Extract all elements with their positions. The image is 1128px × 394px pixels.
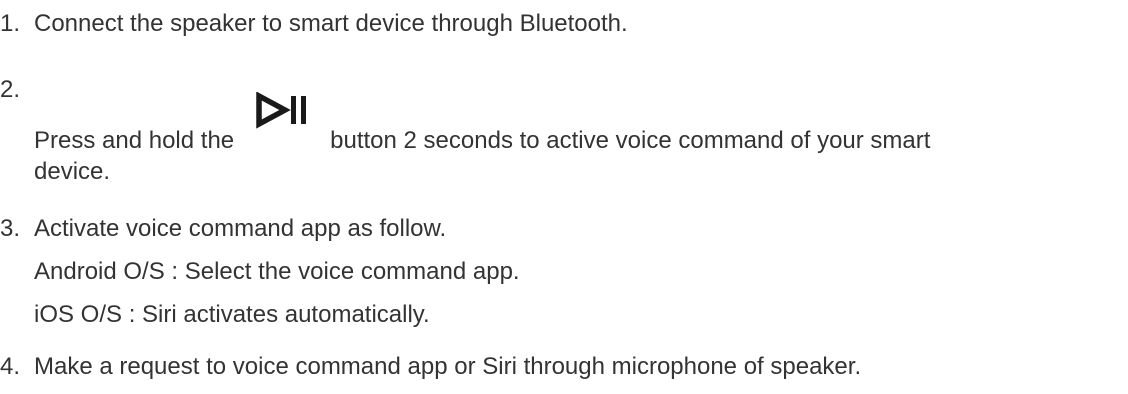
step-3-sub-ios: iOS O/S : Siri activates automatically. xyxy=(34,301,430,328)
step-2-number: 2. xyxy=(0,76,21,103)
step-2-text-after: button 2 seconds to active voice command… xyxy=(330,127,931,154)
step-3-text: Activate voice command app as follow. xyxy=(34,215,447,242)
step-2-continuation: device. xyxy=(34,158,111,185)
step-4-number: 4. xyxy=(0,353,21,380)
play-pause-icon xyxy=(256,92,312,152)
step-4-text: Make a request to voice command app or S… xyxy=(34,353,862,380)
step-1-text: Connect the speaker to smart device thro… xyxy=(34,10,628,37)
instruction-list: 1. Connect the speaker to smart device th… xyxy=(0,0,1128,394)
step-2: Press and hold the button 2 seconds to a… xyxy=(34,92,930,157)
step-3-sub-android: Android O/S : Select the voice command a… xyxy=(34,258,520,285)
step-2-text-before: Press and hold the xyxy=(34,127,235,154)
step-1: 1. Connect the speaker to smart device th… xyxy=(0,8,628,40)
step-1-number: 1. xyxy=(0,10,21,37)
step-3: 3. Activate voice command app as follow. xyxy=(0,213,446,245)
step-3-number: 3. xyxy=(0,215,21,242)
step-4: 4. Make a request to voice command app or… xyxy=(0,351,861,383)
